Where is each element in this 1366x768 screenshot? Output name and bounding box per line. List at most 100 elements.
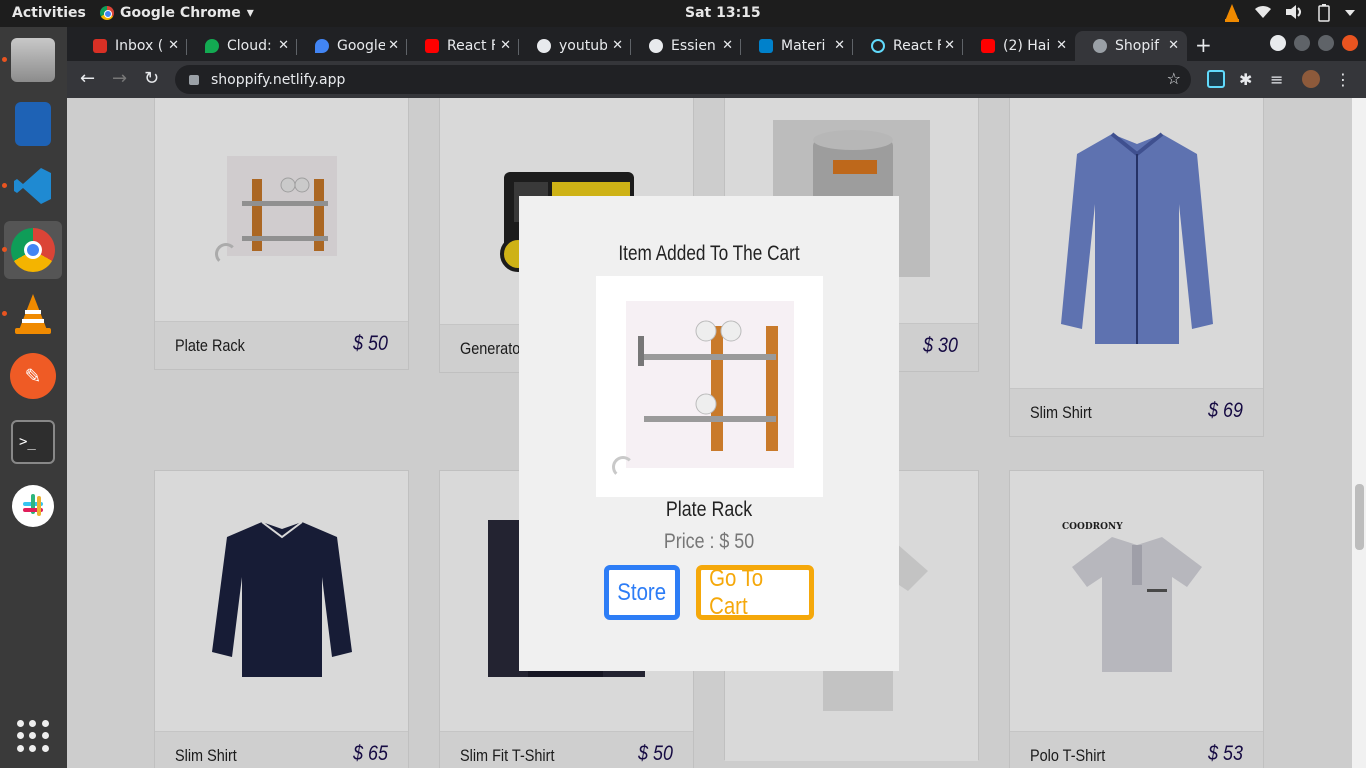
- store-button-label: Store: [617, 578, 667, 606]
- minimize-button[interactable]: [1294, 35, 1310, 51]
- lock-icon[interactable]: [189, 74, 199, 85]
- dock-file-manager[interactable]: [2, 31, 62, 89]
- close-icon[interactable]: ✕: [722, 38, 733, 53]
- battery-icon[interactable]: [1318, 4, 1330, 22]
- clock[interactable]: Sat 13:15: [685, 5, 761, 21]
- tab-google[interactable]: Google ✕: [297, 31, 407, 61]
- back-arrow-icon[interactable]: ←: [80, 68, 95, 89]
- vlc-tray-icon[interactable]: [1224, 4, 1240, 22]
- reload-icon[interactable]: ↻: [144, 68, 159, 89]
- close-icon[interactable]: ✕: [168, 38, 179, 53]
- close-icon[interactable]: ✕: [944, 38, 955, 53]
- modal-product-price: Price : $ 50: [663, 530, 755, 553]
- modal-product-name: Plate Rack: [665, 498, 753, 521]
- modal-title: Item Added To The Cart: [618, 242, 800, 265]
- tab-cloud[interactable]: Cloud: ✕: [187, 31, 297, 61]
- bookmark-star-icon[interactable]: ☆: [1167, 69, 1181, 88]
- tab-essien[interactable]: Essien ✕: [631, 31, 741, 61]
- maximize-button[interactable]: [1318, 35, 1334, 51]
- dock-postman[interactable]: ✎: [4, 347, 62, 405]
- wifi-icon[interactable]: [1254, 4, 1272, 20]
- tab-shopify-active[interactable]: Shopif ✕: [1075, 31, 1187, 61]
- tab-title: (2) Hai: [1003, 38, 1051, 54]
- new-tab-button[interactable]: +: [1195, 33, 1212, 57]
- close-icon[interactable]: ✕: [612, 38, 623, 53]
- dock-terminal[interactable]: >_: [4, 413, 62, 471]
- github-icon: [649, 39, 663, 53]
- tab-material[interactable]: Materi ✕: [741, 31, 853, 61]
- close-icon[interactable]: ✕: [278, 38, 289, 53]
- modal-product-image: [596, 276, 823, 497]
- window-controls: [1270, 35, 1358, 51]
- more-menu-icon[interactable]: ⋮: [1335, 70, 1353, 89]
- go-to-cart-button-label: Go To Cart: [709, 564, 764, 620]
- dock: ✎ >_: [0, 27, 67, 768]
- system-top-bar: Activities Google Chrome ▾ Sat 13:15: [0, 0, 1366, 27]
- system-tray[interactable]: [1224, 4, 1356, 22]
- forward-arrow-icon[interactable]: →: [112, 68, 127, 89]
- tab-search-chevron-icon[interactable]: [1270, 35, 1286, 51]
- tab-youtube-hai[interactable]: (2) Hai ✕: [963, 31, 1075, 61]
- tab-title: React F: [447, 38, 495, 54]
- tab-title: Materi: [781, 38, 826, 54]
- app-name: Google Chrome: [120, 5, 241, 21]
- dock-slack[interactable]: [4, 477, 62, 535]
- profile-avatar[interactable]: [1302, 70, 1320, 88]
- dock-writer[interactable]: [4, 95, 62, 153]
- dock-vscode[interactable]: [2, 157, 62, 215]
- extensions-puzzle-icon[interactable]: ✱: [1239, 70, 1257, 89]
- tab-title: youtub: [559, 38, 607, 54]
- chevron-down-icon: ▾: [246, 5, 254, 21]
- tab-youtube-github[interactable]: youtub ✕: [519, 31, 631, 61]
- volume-icon[interactable]: [1286, 4, 1304, 20]
- vscode-icon: [14, 168, 51, 204]
- react-devtools-icon[interactable]: [1207, 70, 1225, 88]
- google-maps-icon: [315, 39, 329, 53]
- chrome-icon: [100, 6, 114, 20]
- slack-icon: [12, 485, 54, 527]
- media-queue-icon[interactable]: ≡: [1270, 70, 1288, 89]
- github-icon: [537, 39, 551, 53]
- close-icon[interactable]: ✕: [834, 38, 845, 53]
- running-indicator: [2, 311, 7, 316]
- dock-vlc[interactable]: [2, 285, 62, 343]
- address-bar[interactable]: shoppify.netlify.app ☆: [175, 65, 1191, 94]
- close-icon[interactable]: ✕: [500, 38, 511, 53]
- document-icon: [15, 102, 51, 146]
- material-ui-icon: [759, 39, 773, 53]
- tab-react-f[interactable]: React F ✕: [407, 31, 519, 61]
- tab-react-f-2[interactable]: React F ✕: [853, 31, 963, 61]
- tab-strip: Inbox ( ✕ Cloud: ✕ Google ✕ React F ✕ yo…: [67, 27, 1366, 61]
- url-text[interactable]: shoppify.netlify.app: [211, 72, 345, 88]
- tab-title: Inbox (: [115, 38, 163, 54]
- scrollbar-thumb[interactable]: [1355, 484, 1364, 550]
- tab-title: Cloud:: [227, 38, 272, 54]
- gmail-icon: [93, 39, 107, 53]
- tab-title: Google: [337, 38, 385, 54]
- youtube-icon: [981, 39, 995, 53]
- chrome-icon: [11, 228, 55, 272]
- close-icon[interactable]: ✕: [388, 38, 399, 53]
- activities-button[interactable]: Activities: [12, 5, 86, 21]
- show-applications-grid-icon[interactable]: [17, 720, 49, 752]
- tab-inbox[interactable]: Inbox ( ✕: [75, 31, 187, 61]
- close-icon[interactable]: ✕: [1056, 38, 1067, 53]
- loading-spinner-icon: [612, 456, 634, 478]
- file-cabinet-icon: [11, 38, 55, 82]
- tab-title: Essien: [671, 38, 716, 54]
- globe-icon: [1093, 39, 1107, 53]
- dock-chrome[interactable]: [2, 221, 62, 279]
- close-icon[interactable]: ✕: [1168, 38, 1179, 53]
- page-scrollbar[interactable]: [1352, 98, 1366, 768]
- go-to-cart-button[interactable]: Go To Cart: [696, 565, 814, 620]
- close-window-button[interactable]: [1342, 35, 1358, 51]
- vlc-cone-icon: [15, 294, 51, 334]
- item-added-modal: Item Added To The Cart Plate Rack Price …: [519, 196, 899, 671]
- power-menu-chevron-icon[interactable]: [1344, 4, 1356, 20]
- store-button[interactable]: Store: [604, 565, 680, 620]
- terminal-icon: >_: [11, 420, 55, 464]
- postman-icon: ✎: [10, 353, 56, 399]
- app-menu[interactable]: Google Chrome ▾: [100, 5, 254, 21]
- tab-title: Shopif: [1115, 38, 1160, 54]
- youtube-icon: [425, 39, 439, 53]
